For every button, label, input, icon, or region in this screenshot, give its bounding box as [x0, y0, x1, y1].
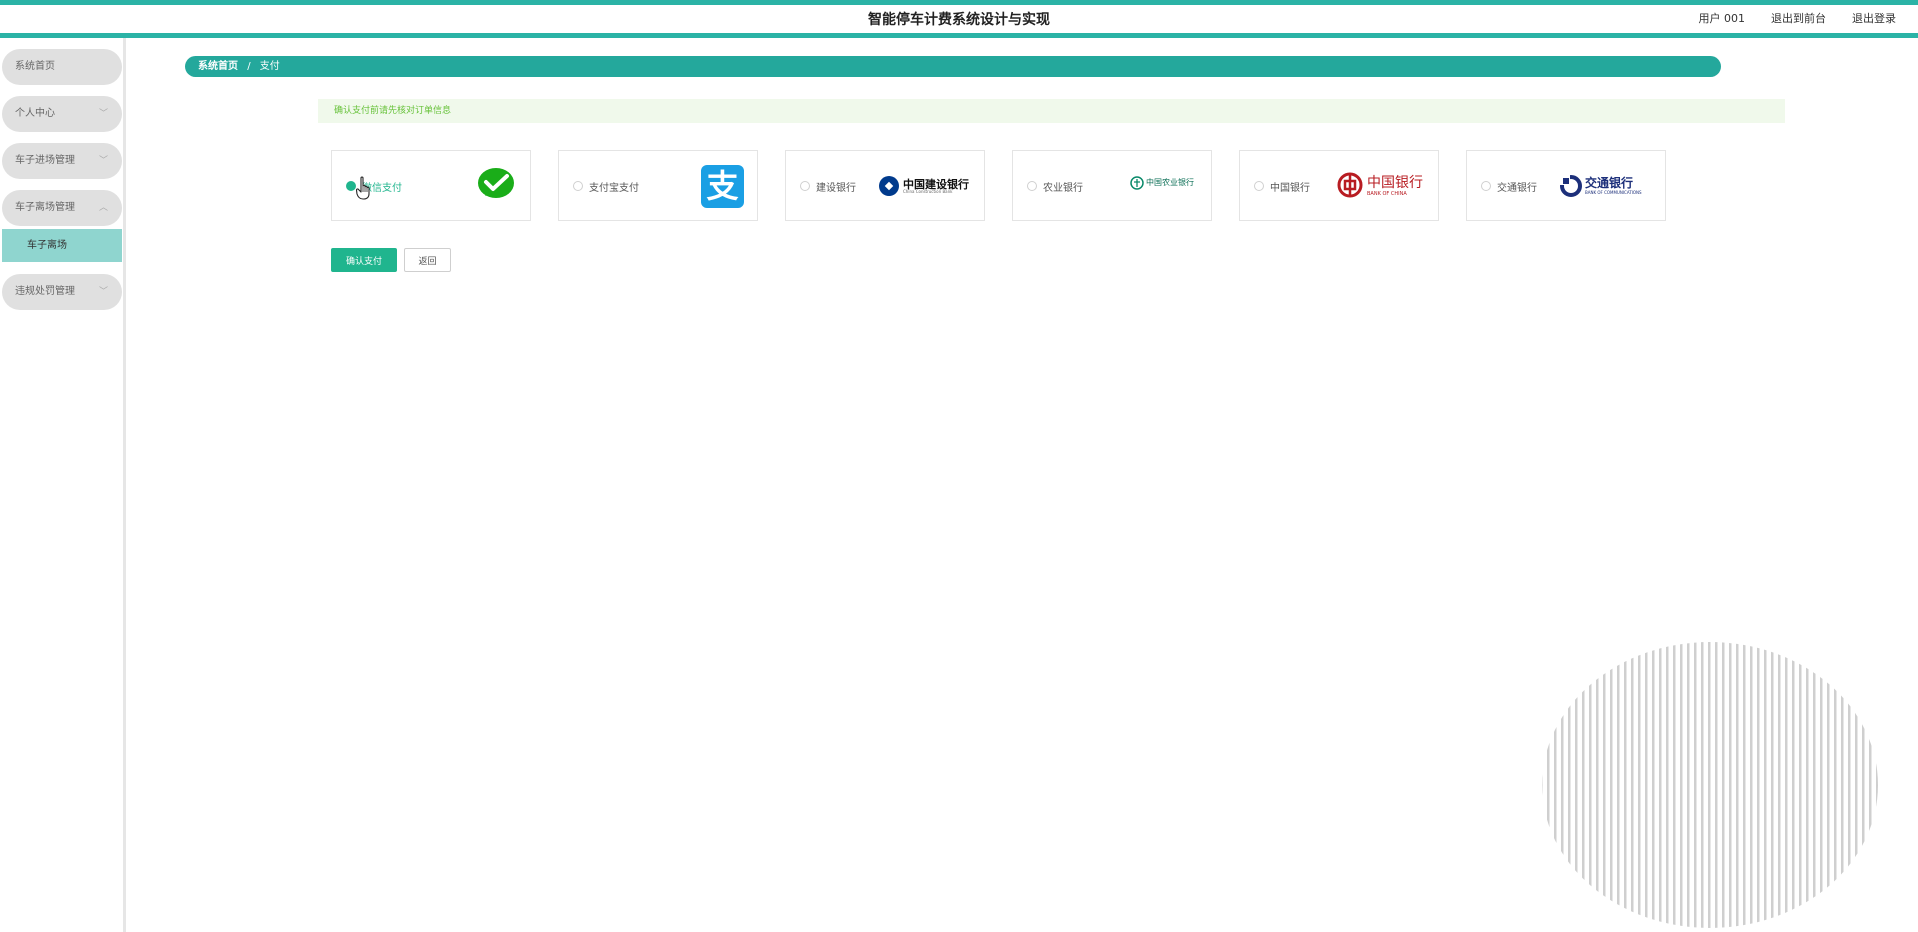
radio-button[interactable]	[573, 181, 583, 191]
decorative-striped-circle	[1542, 642, 1878, 928]
payment-option-alipay[interactable]: 支付宝支付 支	[558, 150, 758, 221]
payment-notice: 确认支付前请先核对订单信息	[318, 99, 1785, 123]
payment-option-label: 建设银行	[816, 183, 856, 194]
payment-option-boc[interactable]: 中国银行 中国银行 BANK OF CHINA	[1239, 150, 1439, 221]
payment-option-label: 农业银行	[1043, 183, 1083, 194]
boc-name-en: BANK OF CHINA	[1367, 191, 1407, 197]
abc-name: 中国农业银行	[1146, 178, 1194, 187]
sidebar-item-label: 违规处罚管理	[15, 286, 75, 297]
app-title: 智能停车计费系统设计与实现	[868, 12, 1050, 28]
exit-to-front-link[interactable]: 退出到前台	[1771, 10, 1826, 26]
sidebar-subitem-car-exit[interactable]: 车子离场	[2, 229, 122, 262]
header-actions: 用户 001 退出到前台 退出登录	[1699, 10, 1897, 26]
breadcrumb-home[interactable]: 系统首页	[198, 61, 238, 72]
sidebar-item-personal-center[interactable]: 个人中心 ﹀	[2, 96, 122, 132]
chevron-down-icon: ﹀	[98, 287, 108, 297]
radio-button[interactable]	[1481, 181, 1491, 191]
sidebar-item-label: 系统首页	[15, 61, 55, 72]
bocom-name-en: BANK OF COMMUNICATIONS	[1585, 190, 1642, 195]
ccb-emblem-icon	[879, 176, 899, 196]
chevron-down-icon: ﹀	[98, 109, 108, 119]
ccb-logo: 中国建设银行 China Construction Bank	[878, 175, 978, 197]
radio-button[interactable]	[1027, 181, 1037, 191]
chevron-down-icon: ﹀	[98, 156, 108, 166]
breadcrumb-current: 支付	[259, 61, 280, 72]
user-label[interactable]: 用户 001	[1699, 10, 1746, 26]
sidebar-subitem-label: 车子离场	[27, 240, 67, 251]
bocom-emblem-icon	[1560, 175, 1582, 197]
sidebar-item-label: 车子进场管理	[15, 155, 75, 166]
payment-option-label: 支付宝支付	[589, 183, 639, 194]
boc-emblem-icon	[1337, 172, 1363, 198]
radio-button[interactable]	[1254, 181, 1264, 191]
payment-option-abc[interactable]: 农业银行 中国农业银行	[1012, 150, 1212, 221]
breadcrumb: 系统首页 / 支付	[185, 56, 1721, 77]
boc-logo: 中国银行 BANK OF CHINA	[1337, 172, 1425, 200]
abc-emblem-icon	[1130, 176, 1144, 190]
payment-option-bocom[interactable]: 交通银行 交通银行 BANK OF COMMUNICATIONS	[1466, 150, 1666, 221]
sidebar-item-exit-management[interactable]: 车子离场管理 ︿	[2, 190, 122, 226]
top-header: 智能停车计费系统设计与实现 用户 001 退出到前台 退出登录	[0, 0, 1918, 38]
back-button[interactable]: 返回	[404, 248, 451, 272]
logout-link[interactable]: 退出登录	[1852, 10, 1896, 26]
hand-cursor-icon	[356, 176, 370, 200]
payment-option-label: 交通银行	[1497, 183, 1537, 194]
bocom-logo: 交通银行 BANK OF COMMUNICATIONS	[1560, 173, 1655, 199]
chevron-up-icon: ︿	[98, 203, 108, 213]
payment-option-label: 中国银行	[1270, 183, 1310, 194]
radio-button[interactable]	[800, 181, 810, 191]
payment-option-ccb[interactable]: 建设银行 中国建设银行 China Construction Bank	[785, 150, 985, 221]
bocom-name: 交通银行	[1585, 176, 1634, 190]
sidebar-item-home[interactable]: 系统首页	[2, 49, 122, 85]
sidebar: 系统首页 个人中心 ﹀ 车子进场管理 ﹀ 车子离场管理 ︿ 车子离场 违规处罚管…	[0, 38, 126, 932]
breadcrumb-separator: /	[247, 61, 251, 72]
sidebar-item-label: 个人中心	[15, 108, 55, 119]
sidebar-item-entry-management[interactable]: 车子进场管理 ﹀	[2, 143, 122, 179]
alipay-icon: 支	[701, 165, 744, 208]
abc-logo: 中国农业银行	[1130, 176, 1200, 194]
ccb-name-en: China Construction Bank	[903, 189, 953, 194]
sidebar-item-violation-management[interactable]: 违规处罚管理 ﹀	[2, 274, 122, 310]
wechat-pay-icon	[478, 168, 514, 198]
sidebar-item-label: 车子离场管理	[15, 202, 75, 213]
radio-button[interactable]	[346, 181, 356, 191]
confirm-payment-button[interactable]: 确认支付	[331, 248, 397, 272]
boc-name: 中国银行	[1367, 175, 1423, 191]
